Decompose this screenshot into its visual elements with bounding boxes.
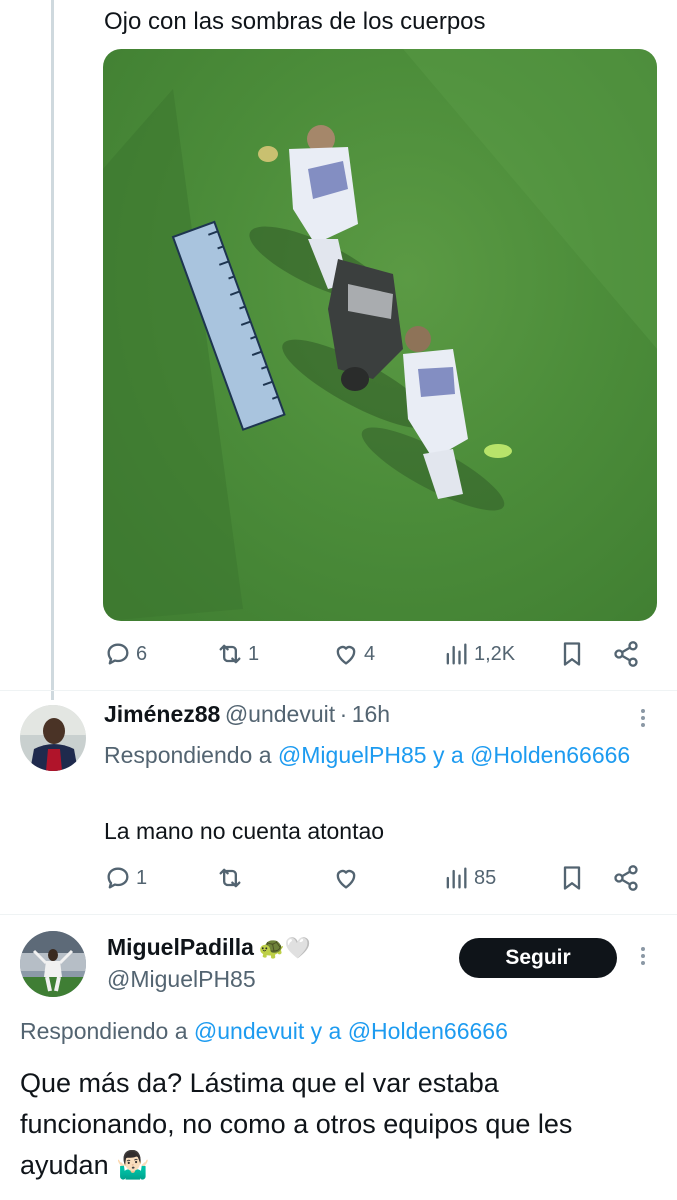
more-button[interactable]	[638, 944, 648, 970]
share-icon	[614, 641, 638, 667]
retweet-icon	[219, 644, 241, 664]
retweet-button[interactable]	[216, 864, 244, 892]
more-icon	[638, 947, 648, 965]
avatar-image	[20, 931, 86, 997]
views-count: 1,2K	[474, 642, 516, 665]
tweet-actions: 6 1 4 1,2K	[104, 640, 652, 680]
avatar[interactable]	[20, 931, 86, 997]
views-icon	[446, 867, 467, 889]
tweet-actions: 1 85	[104, 864, 652, 904]
share-icon	[614, 865, 638, 891]
name-emojis: 🐢🤍	[258, 937, 311, 960]
divider	[0, 914, 677, 915]
user-handle[interactable]: @undevuit	[225, 701, 335, 727]
retweet-icon	[219, 868, 241, 888]
divider	[0, 690, 677, 691]
mention-link[interactable]: @Holden66666	[348, 1018, 508, 1044]
tweet-text: Ojo con las sombras de los cuerpos	[104, 8, 486, 35]
retweet-button[interactable]: 1	[216, 640, 259, 668]
media-image	[103, 49, 657, 621]
tweet-text: Que más da? Lástima que el var estaba fu…	[20, 1068, 573, 1180]
views-icon	[446, 643, 467, 665]
reply-count: 6	[136, 642, 148, 665]
reply-button[interactable]: 6	[104, 640, 147, 668]
views-count: 85	[474, 866, 497, 889]
replying-and: y a	[432, 742, 464, 768]
more-button[interactable]	[638, 706, 648, 732]
timestamp[interactable]: 16h	[352, 701, 390, 727]
share-button[interactable]	[612, 864, 640, 892]
follow-button[interactable]: Seguir	[459, 938, 617, 978]
user-handle[interactable]: @MiguelPH85	[107, 966, 256, 993]
reply-header: Jiménez88 @undevuit · 16h	[104, 701, 390, 728]
avatar-image	[20, 705, 86, 771]
user-name-row: MiguelPadilla 🐢🤍	[107, 934, 311, 961]
replying-prefix: Respondiendo a	[104, 742, 272, 768]
reply-button[interactable]: 1	[104, 864, 147, 892]
reply-icon	[107, 643, 129, 665]
views-button[interactable]: 85	[442, 864, 496, 892]
like-button[interactable]: 4	[332, 640, 375, 668]
replying-prefix: Respondiendo a	[20, 1018, 188, 1044]
bookmark-button[interactable]	[558, 864, 586, 892]
mention-link[interactable]: @Holden66666	[470, 742, 630, 768]
display-name[interactable]: MiguelPadilla	[107, 934, 254, 960]
like-icon	[336, 645, 356, 665]
replying-to: Respondiendo a @MiguelPH85 y a @Holden66…	[104, 738, 644, 772]
separator-dot: ·	[339, 701, 348, 727]
like-icon	[336, 869, 356, 889]
thread-line	[51, 0, 54, 700]
display-name[interactable]: Jiménez88	[104, 701, 220, 727]
bookmark-button[interactable]	[558, 640, 586, 668]
like-button[interactable]	[332, 864, 360, 892]
replying-to: Respondiendo a @undevuit y a @Holden6666…	[20, 1015, 660, 1047]
mention-link[interactable]: @MiguelPH85	[278, 742, 427, 768]
reply-icon	[107, 867, 129, 889]
share-button[interactable]	[612, 640, 640, 668]
like-count: 4	[364, 642, 376, 665]
tweet-text: La mano no cuenta atontao	[104, 818, 385, 844]
retweet-count: 1	[248, 642, 260, 665]
more-icon	[638, 709, 648, 727]
mention-link[interactable]: @undevuit	[194, 1018, 304, 1044]
bookmark-icon	[563, 642, 581, 666]
bookmark-icon	[563, 866, 581, 890]
tweet-media[interactable]	[103, 49, 657, 621]
replying-and: y a	[310, 1018, 342, 1044]
views-button[interactable]: 1,2K	[442, 640, 515, 668]
avatar[interactable]	[20, 705, 86, 771]
reply-count: 1	[136, 866, 148, 889]
